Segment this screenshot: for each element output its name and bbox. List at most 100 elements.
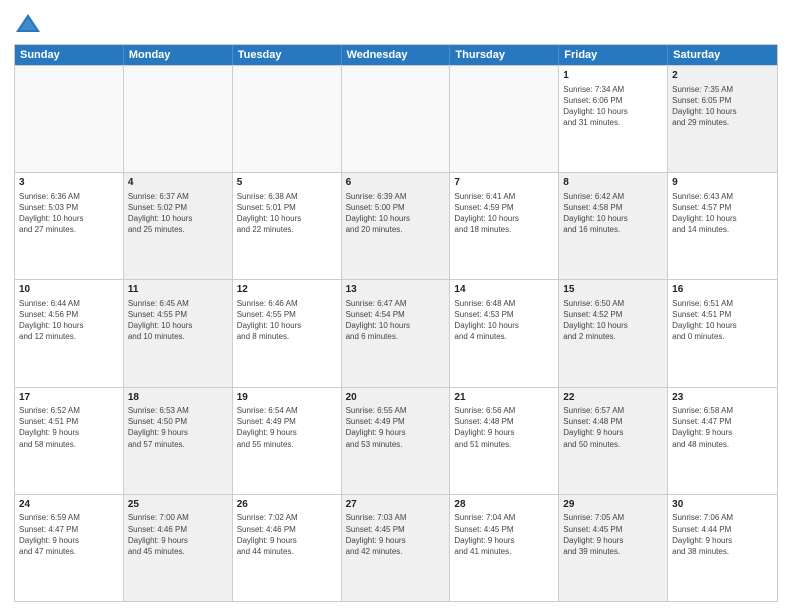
day-number: 8 <box>563 176 663 190</box>
day-number: 27 <box>346 498 446 512</box>
day-info: Sunrise: 6:57 AM Sunset: 4:48 PM Dayligh… <box>563 405 663 450</box>
day-info: Sunrise: 7:34 AM Sunset: 6:06 PM Dayligh… <box>563 84 663 129</box>
day-number: 16 <box>672 283 773 297</box>
day-info: Sunrise: 6:41 AM Sunset: 4:59 PM Dayligh… <box>454 191 554 236</box>
day-number: 19 <box>237 391 337 405</box>
calendar-row-2: 10Sunrise: 6:44 AM Sunset: 4:56 PM Dayli… <box>15 279 777 386</box>
calendar-cell: 5Sunrise: 6:38 AM Sunset: 5:01 PM Daylig… <box>233 173 342 279</box>
calendar-cell: 24Sunrise: 6:59 AM Sunset: 4:47 PM Dayli… <box>15 495 124 601</box>
header <box>14 10 778 38</box>
calendar-cell: 29Sunrise: 7:05 AM Sunset: 4:45 PM Dayli… <box>559 495 668 601</box>
calendar-body: 1Sunrise: 7:34 AM Sunset: 6:06 PM Daylig… <box>15 65 777 601</box>
calendar-cell: 4Sunrise: 6:37 AM Sunset: 5:02 PM Daylig… <box>124 173 233 279</box>
day-number: 23 <box>672 391 773 405</box>
calendar-cell <box>342 66 451 172</box>
calendar-row-0: 1Sunrise: 7:34 AM Sunset: 6:06 PM Daylig… <box>15 65 777 172</box>
calendar-cell: 6Sunrise: 6:39 AM Sunset: 5:00 PM Daylig… <box>342 173 451 279</box>
day-info: Sunrise: 7:00 AM Sunset: 4:46 PM Dayligh… <box>128 512 228 557</box>
calendar-row-3: 17Sunrise: 6:52 AM Sunset: 4:51 PM Dayli… <box>15 387 777 494</box>
day-info: Sunrise: 7:02 AM Sunset: 4:46 PM Dayligh… <box>237 512 337 557</box>
calendar-cell: 27Sunrise: 7:03 AM Sunset: 4:45 PM Dayli… <box>342 495 451 601</box>
calendar-cell: 20Sunrise: 6:55 AM Sunset: 4:49 PM Dayli… <box>342 388 451 494</box>
page: SundayMondayTuesdayWednesdayThursdayFrid… <box>0 0 792 612</box>
day-info: Sunrise: 7:05 AM Sunset: 4:45 PM Dayligh… <box>563 512 663 557</box>
calendar-cell: 22Sunrise: 6:57 AM Sunset: 4:48 PM Dayli… <box>559 388 668 494</box>
day-number: 9 <box>672 176 773 190</box>
calendar-cell: 17Sunrise: 6:52 AM Sunset: 4:51 PM Dayli… <box>15 388 124 494</box>
day-info: Sunrise: 6:56 AM Sunset: 4:48 PM Dayligh… <box>454 405 554 450</box>
day-number: 11 <box>128 283 228 297</box>
day-number: 22 <box>563 391 663 405</box>
day-info: Sunrise: 7:06 AM Sunset: 4:44 PM Dayligh… <box>672 512 773 557</box>
calendar-cell: 12Sunrise: 6:46 AM Sunset: 4:55 PM Dayli… <box>233 280 342 386</box>
header-day-sunday: Sunday <box>15 45 124 65</box>
calendar: SundayMondayTuesdayWednesdayThursdayFrid… <box>14 44 778 602</box>
calendar-cell: 8Sunrise: 6:42 AM Sunset: 4:58 PM Daylig… <box>559 173 668 279</box>
day-number: 2 <box>672 69 773 83</box>
day-number: 24 <box>19 498 119 512</box>
calendar-cell: 14Sunrise: 6:48 AM Sunset: 4:53 PM Dayli… <box>450 280 559 386</box>
header-day-monday: Monday <box>124 45 233 65</box>
day-number: 26 <box>237 498 337 512</box>
day-info: Sunrise: 6:55 AM Sunset: 4:49 PM Dayligh… <box>346 405 446 450</box>
calendar-cell: 26Sunrise: 7:02 AM Sunset: 4:46 PM Dayli… <box>233 495 342 601</box>
day-number: 18 <box>128 391 228 405</box>
calendar-row-4: 24Sunrise: 6:59 AM Sunset: 4:47 PM Dayli… <box>15 494 777 601</box>
calendar-cell: 23Sunrise: 6:58 AM Sunset: 4:47 PM Dayli… <box>668 388 777 494</box>
day-number: 25 <box>128 498 228 512</box>
calendar-cell: 1Sunrise: 7:34 AM Sunset: 6:06 PM Daylig… <box>559 66 668 172</box>
calendar-cell <box>450 66 559 172</box>
day-number: 15 <box>563 283 663 297</box>
day-info: Sunrise: 6:44 AM Sunset: 4:56 PM Dayligh… <box>19 298 119 343</box>
day-info: Sunrise: 6:54 AM Sunset: 4:49 PM Dayligh… <box>237 405 337 450</box>
calendar-cell: 7Sunrise: 6:41 AM Sunset: 4:59 PM Daylig… <box>450 173 559 279</box>
day-number: 1 <box>563 69 663 83</box>
day-number: 30 <box>672 498 773 512</box>
day-info: Sunrise: 7:03 AM Sunset: 4:45 PM Dayligh… <box>346 512 446 557</box>
day-number: 12 <box>237 283 337 297</box>
calendar-cell: 11Sunrise: 6:45 AM Sunset: 4:55 PM Dayli… <box>124 280 233 386</box>
calendar-cell: 28Sunrise: 7:04 AM Sunset: 4:45 PM Dayli… <box>450 495 559 601</box>
day-number: 5 <box>237 176 337 190</box>
day-number: 6 <box>346 176 446 190</box>
day-info: Sunrise: 6:42 AM Sunset: 4:58 PM Dayligh… <box>563 191 663 236</box>
day-number: 29 <box>563 498 663 512</box>
day-info: Sunrise: 6:38 AM Sunset: 5:01 PM Dayligh… <box>237 191 337 236</box>
calendar-cell: 16Sunrise: 6:51 AM Sunset: 4:51 PM Dayli… <box>668 280 777 386</box>
calendar-cell: 21Sunrise: 6:56 AM Sunset: 4:48 PM Dayli… <box>450 388 559 494</box>
calendar-cell: 30Sunrise: 7:06 AM Sunset: 4:44 PM Dayli… <box>668 495 777 601</box>
day-number: 17 <box>19 391 119 405</box>
day-number: 28 <box>454 498 554 512</box>
day-info: Sunrise: 6:59 AM Sunset: 4:47 PM Dayligh… <box>19 512 119 557</box>
header-day-friday: Friday <box>559 45 668 65</box>
day-number: 13 <box>346 283 446 297</box>
day-info: Sunrise: 6:43 AM Sunset: 4:57 PM Dayligh… <box>672 191 773 236</box>
calendar-header: SundayMondayTuesdayWednesdayThursdayFrid… <box>15 45 777 65</box>
header-day-tuesday: Tuesday <box>233 45 342 65</box>
calendar-cell: 2Sunrise: 7:35 AM Sunset: 6:05 PM Daylig… <box>668 66 777 172</box>
calendar-cell: 10Sunrise: 6:44 AM Sunset: 4:56 PM Dayli… <box>15 280 124 386</box>
calendar-cell: 15Sunrise: 6:50 AM Sunset: 4:52 PM Dayli… <box>559 280 668 386</box>
calendar-cell: 25Sunrise: 7:00 AM Sunset: 4:46 PM Dayli… <box>124 495 233 601</box>
day-info: Sunrise: 6:46 AM Sunset: 4:55 PM Dayligh… <box>237 298 337 343</box>
day-info: Sunrise: 6:50 AM Sunset: 4:52 PM Dayligh… <box>563 298 663 343</box>
day-number: 14 <box>454 283 554 297</box>
calendar-cell: 3Sunrise: 6:36 AM Sunset: 5:03 PM Daylig… <box>15 173 124 279</box>
day-number: 7 <box>454 176 554 190</box>
day-info: Sunrise: 6:58 AM Sunset: 4:47 PM Dayligh… <box>672 405 773 450</box>
calendar-cell: 9Sunrise: 6:43 AM Sunset: 4:57 PM Daylig… <box>668 173 777 279</box>
day-info: Sunrise: 7:35 AM Sunset: 6:05 PM Dayligh… <box>672 84 773 129</box>
day-info: Sunrise: 6:51 AM Sunset: 4:51 PM Dayligh… <box>672 298 773 343</box>
calendar-row-1: 3Sunrise: 6:36 AM Sunset: 5:03 PM Daylig… <box>15 172 777 279</box>
day-info: Sunrise: 6:39 AM Sunset: 5:00 PM Dayligh… <box>346 191 446 236</box>
logo-icon <box>14 10 42 38</box>
day-info: Sunrise: 6:52 AM Sunset: 4:51 PM Dayligh… <box>19 405 119 450</box>
day-number: 20 <box>346 391 446 405</box>
day-info: Sunrise: 7:04 AM Sunset: 4:45 PM Dayligh… <box>454 512 554 557</box>
day-number: 10 <box>19 283 119 297</box>
calendar-cell: 19Sunrise: 6:54 AM Sunset: 4:49 PM Dayli… <box>233 388 342 494</box>
day-number: 4 <box>128 176 228 190</box>
header-day-thursday: Thursday <box>450 45 559 65</box>
day-info: Sunrise: 6:47 AM Sunset: 4:54 PM Dayligh… <box>346 298 446 343</box>
day-info: Sunrise: 6:45 AM Sunset: 4:55 PM Dayligh… <box>128 298 228 343</box>
